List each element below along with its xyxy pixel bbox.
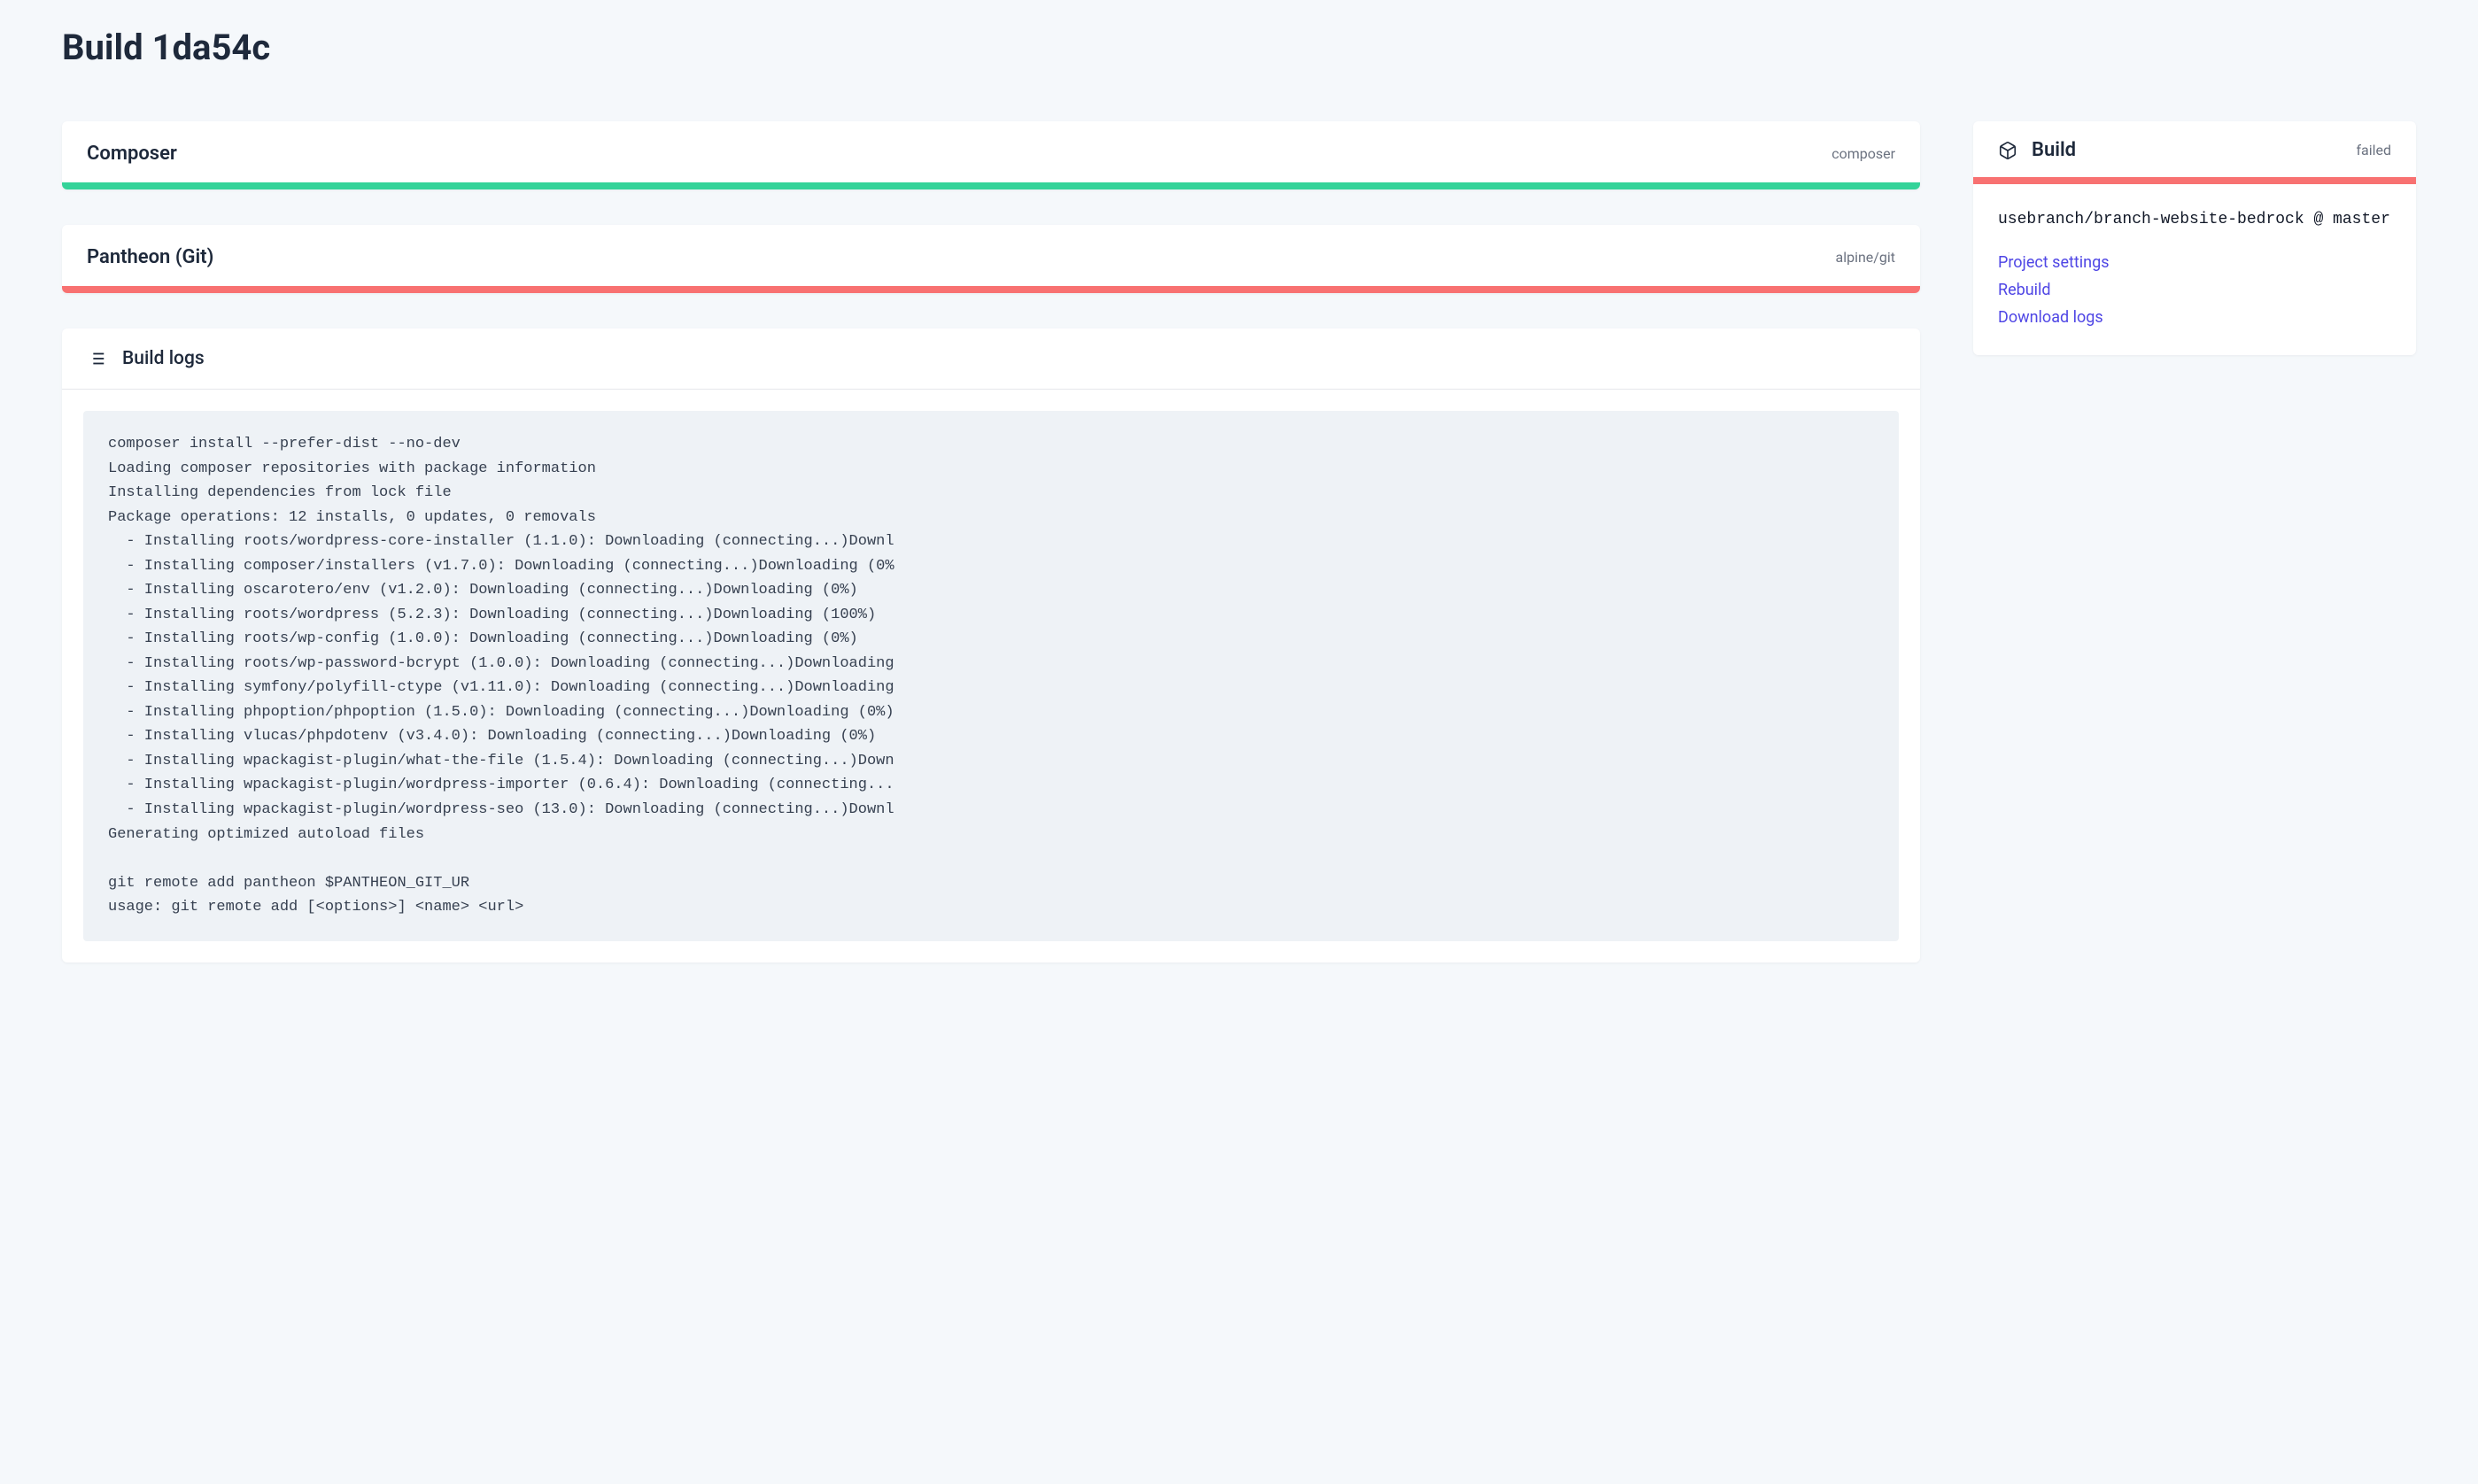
step-image: alpine/git — [1836, 249, 1896, 266]
content-wrapper: Composer composer Pantheon (Git) alpine/… — [62, 121, 2416, 962]
status-bar-success — [62, 182, 1920, 189]
package-icon — [1998, 141, 2017, 160]
build-logs-card: Build logs composer install --prefer-dis… — [62, 328, 1920, 962]
download-logs-link[interactable]: Download logs — [1998, 308, 2391, 327]
main-column: Composer composer Pantheon (Git) alpine/… — [62, 121, 1920, 962]
build-header: Build failed — [1973, 121, 2416, 177]
build-links: Project settings Rebuild Download logs — [1998, 253, 2391, 327]
step-card-pantheon[interactable]: Pantheon (Git) alpine/git — [62, 225, 1920, 293]
build-status-badge: failed — [2356, 142, 2391, 158]
page-title: Build 1da54c — [62, 27, 2416, 68]
status-bar-failed — [1973, 177, 2416, 184]
build-repo: usebranch/branch-website-bedrock @ maste… — [1998, 211, 2391, 228]
logs-body: composer install --prefer-dist --no-dev … — [62, 390, 1920, 962]
step-title: Composer — [87, 143, 177, 165]
sidebar-column: Build failed usebranch/branch-website-be… — [1973, 121, 2416, 355]
rebuild-link[interactable]: Rebuild — [1998, 281, 2391, 299]
step-header: Pantheon (Git) alpine/git — [62, 225, 1920, 286]
step-header: Composer composer — [62, 121, 1920, 182]
step-card-composer[interactable]: Composer composer — [62, 121, 1920, 189]
build-header-left: Build — [1998, 139, 2076, 161]
list-icon — [87, 349, 106, 368]
build-summary-card: Build failed usebranch/branch-website-be… — [1973, 121, 2416, 355]
build-panel-title: Build — [2032, 139, 2076, 161]
step-image: composer — [1831, 145, 1895, 162]
build-body: usebranch/branch-website-bedrock @ maste… — [1973, 184, 2416, 355]
logs-header: Build logs — [62, 328, 1920, 390]
step-title: Pantheon (Git) — [87, 246, 213, 268]
logs-output: composer install --prefer-dist --no-dev … — [83, 411, 1899, 941]
logs-title: Build logs — [122, 348, 205, 369]
project-settings-link[interactable]: Project settings — [1998, 253, 2391, 272]
status-bar-failed — [62, 286, 1920, 293]
